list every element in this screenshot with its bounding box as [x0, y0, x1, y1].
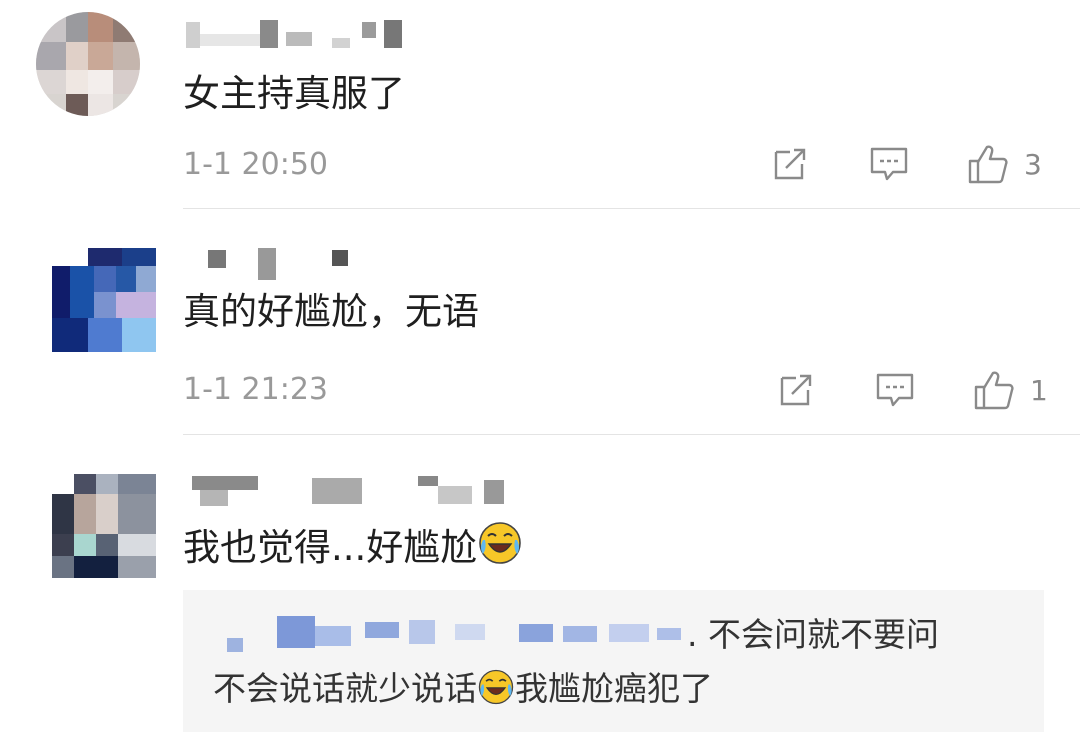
- reply-line: 不会说话就少说话 我尴尬癌犯了: [213, 669, 713, 708]
- redacted-name: [563, 626, 597, 642]
- redacted-name: [315, 626, 351, 646]
- comment-text: 女主持真服了: [183, 72, 405, 115]
- share-button[interactable]: [770, 144, 810, 184]
- laugh-cry-emoji: [479, 522, 522, 564]
- comment-time: 1-1 20:50: [183, 147, 328, 182]
- redacted-name: [277, 616, 315, 648]
- like-count: 3: [1024, 147, 1042, 181]
- share-button[interactable]: [776, 370, 816, 410]
- share-icon: [780, 374, 812, 406]
- comment-time: 1-1 21:23: [183, 372, 328, 407]
- redacted-name: [455, 624, 485, 640]
- reply-box[interactable]: . 不会问就不要问 不会说话就少说话 我尴尬癌犯了: [183, 590, 1044, 732]
- username-redacted[interactable]: [186, 20, 416, 50]
- laugh-cry-emoji: [478, 669, 514, 705]
- thumbs-up-icon: [974, 371, 1014, 410]
- reply-text: . 不会问就不要问: [687, 615, 939, 654]
- like-button[interactable]: 3: [966, 142, 1042, 186]
- comment-icon: [876, 373, 914, 407]
- divider: [183, 208, 1080, 209]
- redacted-name: [609, 624, 649, 642]
- comment-icon: [870, 147, 908, 181]
- comment-item: 真的好尴尬，无语 1-1 21:23 1: [0, 210, 1080, 436]
- comment-item: 我也觉得...好尴尬 . 不会问就不要问 不会说话就少说话 我尴尬癌犯了: [0, 436, 1080, 745]
- like-count: 1: [1030, 373, 1048, 407]
- avatar[interactable]: [52, 248, 156, 352]
- divider: [183, 434, 1080, 435]
- comment-text: 我也觉得...好尴尬: [183, 520, 523, 570]
- redacted-name: [365, 622, 399, 638]
- redacted-name: [657, 628, 681, 640]
- thumbs-up-icon: [968, 145, 1008, 184]
- like-button[interactable]: 1: [972, 368, 1048, 412]
- comment-button[interactable]: [874, 370, 916, 410]
- username-redacted[interactable]: [186, 476, 526, 506]
- redacted-name: [227, 638, 243, 652]
- redacted-name: [519, 624, 553, 642]
- avatar[interactable]: [36, 12, 140, 116]
- comment-button[interactable]: [868, 144, 910, 184]
- comment-item: 女主持真服了 1-1 20:50 3: [0, 0, 1080, 210]
- share-icon: [774, 148, 806, 180]
- username-redacted[interactable]: [186, 248, 348, 280]
- comment-text: 真的好尴尬，无语: [183, 290, 479, 333]
- avatar[interactable]: [52, 474, 156, 578]
- redacted-name: [409, 620, 435, 644]
